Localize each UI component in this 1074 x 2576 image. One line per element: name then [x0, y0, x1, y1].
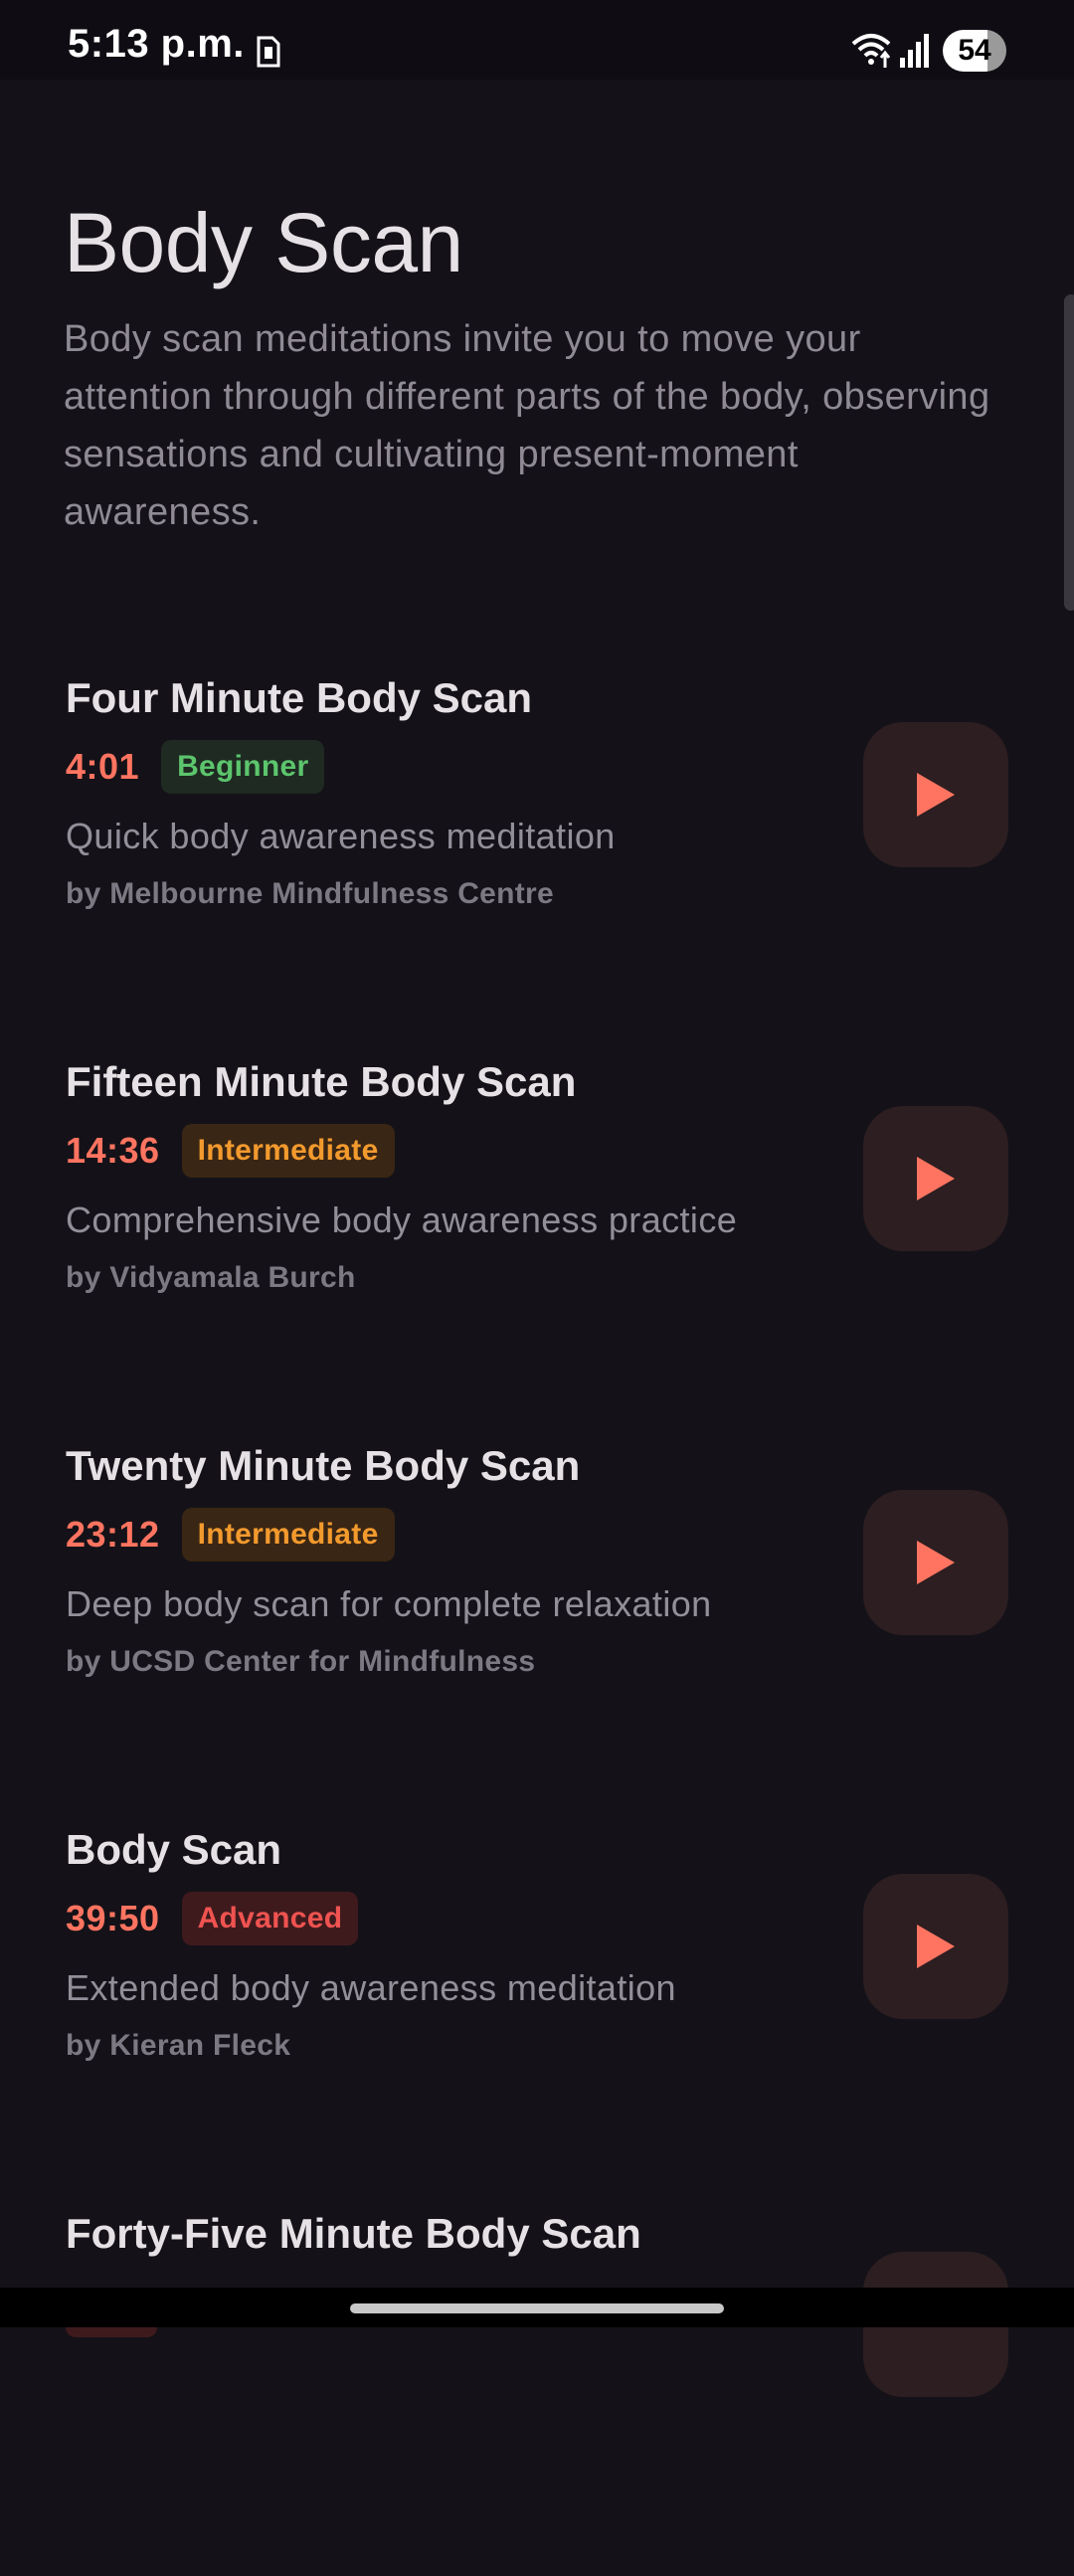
- duration-label: 14:36: [66, 1130, 160, 1171]
- home-indicator[interactable]: [350, 2303, 724, 2313]
- meditation-meta: 39:50 Advanced: [66, 1892, 359, 1945]
- level-badge: Intermediate: [181, 1124, 395, 1178]
- play-button[interactable]: [863, 1490, 1008, 1635]
- meditation-meta: 23:12 Intermediate: [66, 1508, 395, 1562]
- meditation-item[interactable]: Forty-Five Minute Body Scan: [0, 2192, 1074, 2576]
- page-title: Body Scan: [64, 196, 463, 289]
- meditation-author: by UCSD Center for Mindfulness: [66, 1645, 536, 1678]
- sim-card-icon: [257, 36, 280, 68]
- duration-label: 39:50: [66, 1898, 160, 1938]
- signal-icon: [900, 34, 929, 68]
- meditation-title: Four Minute Body Scan: [66, 674, 533, 721]
- meditation-description: Extended body awareness meditation: [66, 1967, 676, 2008]
- play-icon: [917, 1157, 955, 1200]
- meditation-author: by Vidyamala Burch: [66, 1261, 356, 1294]
- play-icon: [917, 1925, 955, 1968]
- play-button[interactable]: [863, 1106, 1008, 1251]
- play-button[interactable]: [863, 1874, 1008, 2019]
- level-badge: Intermediate: [181, 1508, 395, 1562]
- meditation-title: Twenty Minute Body Scan: [66, 1442, 581, 1489]
- level-badge: Beginner: [161, 740, 325, 794]
- play-icon: [917, 773, 955, 817]
- meditation-author: by Kieran Fleck: [66, 2029, 291, 2062]
- meditation-description: Comprehensive body awareness practice: [66, 1199, 738, 1240]
- meditation-item[interactable]: Fifteen Minute Body Scan 14:36 Intermedi…: [0, 1040, 1074, 1424]
- meditation-description: Deep body scan for complete relaxation: [66, 1583, 712, 1624]
- meditation-meta: 4:01 Beginner: [66, 740, 325, 794]
- meditation-author: by Melbourne Mindfulness Centre: [66, 877, 555, 910]
- meditation-title: Body Scan: [66, 1826, 282, 1873]
- play-icon: [917, 1541, 955, 1584]
- play-button[interactable]: [863, 722, 1008, 867]
- meditation-item[interactable]: Body Scan 39:50 Advanced Extended body a…: [0, 1808, 1074, 2192]
- meditation-item[interactable]: Twenty Minute Body Scan 23:12 Intermedia…: [0, 1424, 1074, 1808]
- status-time: 5:13 p.m.: [68, 22, 245, 66]
- meditation-item[interactable]: Four Minute Body Scan 4:01 Beginner Quic…: [0, 656, 1074, 1040]
- battery-icon: 54: [943, 30, 1006, 72]
- meditation-description: Quick body awareness meditation: [66, 816, 616, 856]
- duration-label: 23:12: [66, 1514, 160, 1555]
- battery-level: 54: [958, 34, 991, 67]
- level-badge: Advanced: [181, 1892, 359, 1945]
- navigation-bar: [0, 2288, 1074, 2327]
- meditation-title: Fifteen Minute Body Scan: [66, 1058, 577, 1105]
- meditation-title: Forty-Five Minute Body Scan: [66, 2210, 641, 2257]
- page-description: Body scan meditations invite you to move…: [64, 318, 990, 533]
- status-bar: 5:13 p.m. 54: [0, 0, 1074, 80]
- duration-label: 4:01: [66, 746, 140, 787]
- wifi-icon: [851, 34, 891, 68]
- meditation-meta: 14:36 Intermediate: [66, 1124, 395, 1178]
- scrollbar-thumb[interactable]: [1064, 294, 1074, 611]
